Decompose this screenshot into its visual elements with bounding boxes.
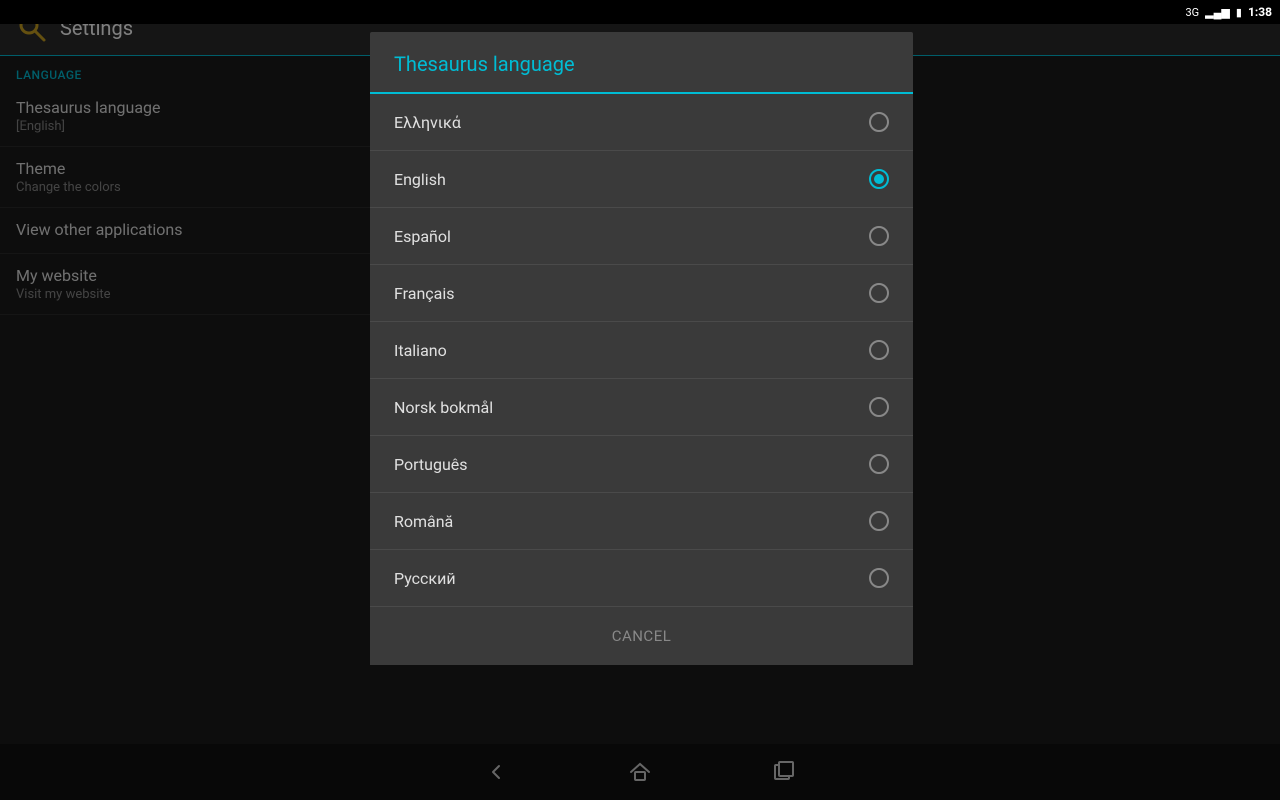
dialog-footer: Cancel [370,607,913,665]
language-option[interactable]: Ελληνικά [370,94,913,151]
language-label: Română [394,512,453,531]
language-option[interactable]: Norsk bokmål [370,379,913,436]
language-label: Italiano [394,341,447,360]
battery-icon: ▮ [1236,6,1242,19]
language-option[interactable]: Français [370,265,913,322]
signal-icon: ▂▄▆ [1205,6,1230,19]
radio-button[interactable] [869,112,889,132]
language-option[interactable]: Italiano [370,322,913,379]
radio-button[interactable] [869,283,889,303]
language-label: Norsk bokmål [394,398,493,417]
language-label: Ελληνικά [394,113,461,132]
language-option[interactable]: Português [370,436,913,493]
language-label: Português [394,455,468,474]
language-option[interactable]: English [370,151,913,208]
language-label: Français [394,284,455,303]
dialog-title: Thesaurus language [370,32,913,94]
cancel-button[interactable]: Cancel [596,619,688,653]
language-label: English [394,170,446,189]
language-option[interactable]: Español [370,208,913,265]
network-icon: 3G [1185,6,1199,19]
time-display: 1:38 [1248,5,1272,19]
language-option[interactable]: Română [370,493,913,550]
radio-button[interactable] [869,169,889,189]
language-option[interactable]: Русский [370,550,913,607]
radio-button[interactable] [869,226,889,246]
language-label: Русский [394,569,456,588]
radio-button[interactable] [869,454,889,474]
language-label: Español [394,227,451,246]
status-bar: 3G ▂▄▆ ▮ 1:38 [0,0,1280,24]
radio-button[interactable] [869,340,889,360]
radio-button[interactable] [869,511,889,531]
radio-button[interactable] [869,568,889,588]
language-list: Ελληνικά English Español Français Italiano No… [370,94,913,607]
radio-button[interactable] [869,397,889,417]
thesaurus-language-dialog: Thesaurus language Ελληνικά English Españo… [370,32,913,665]
